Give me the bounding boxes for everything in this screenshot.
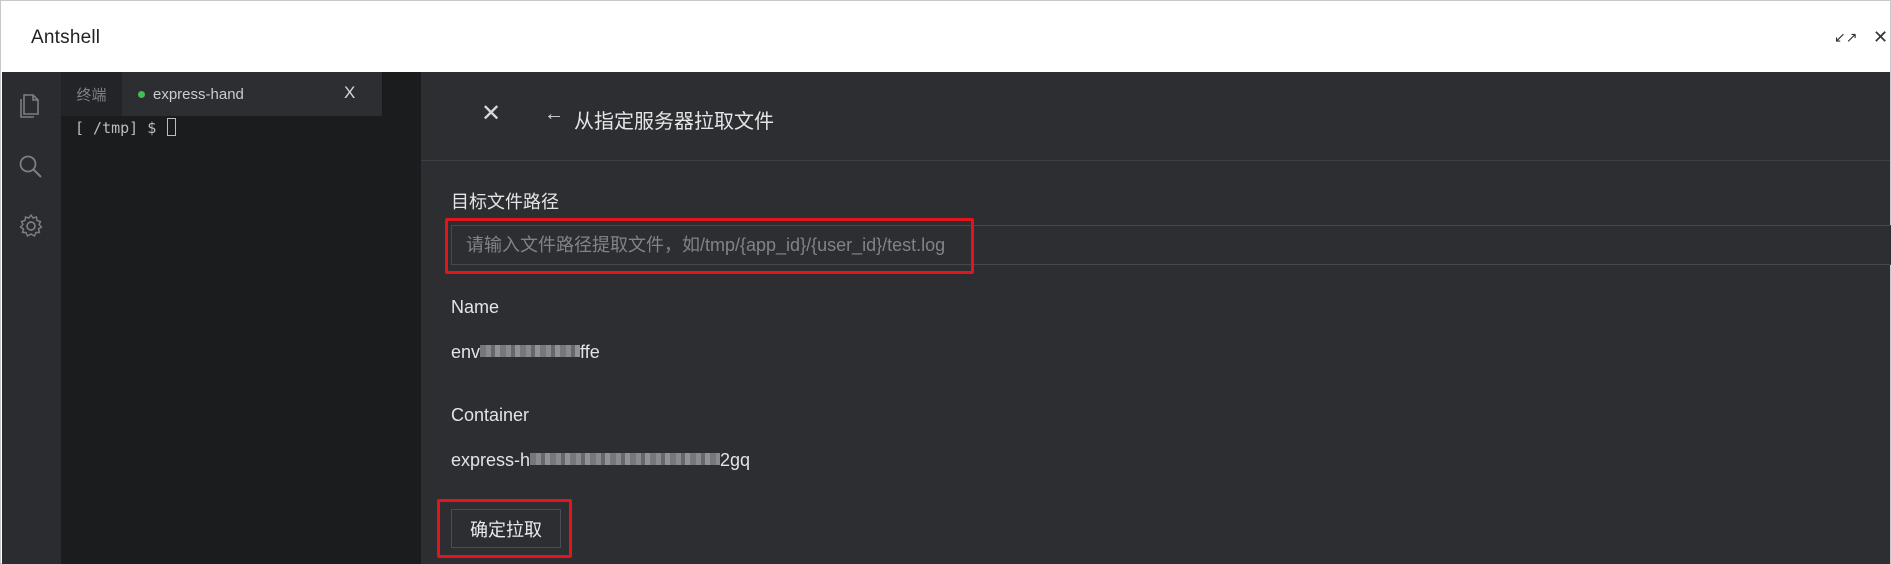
container-value-suffix: 2gq — [720, 450, 751, 470]
title-bar: Antshell ↙↗ ✕ — [1, 1, 1890, 72]
panel-title: 从指定服务器拉取文件 — [574, 111, 774, 133]
close-icon[interactable]: ✕ — [481, 102, 501, 126]
container-value-prefix: express-h — [451, 450, 531, 470]
terminal-area: 终端 express-hand X [ /tmp] $ — [61, 72, 421, 564]
search-icon[interactable] — [16, 152, 46, 182]
app-title: Antshell — [31, 27, 101, 48]
files-icon[interactable] — [16, 90, 46, 120]
status-dot — [138, 90, 145, 98]
collapse-icon[interactable]: ↙↗ — [1834, 27, 1857, 47]
tab-strip: 终端 express-hand X — [61, 72, 421, 116]
path-label: 目标文件路径 — [451, 192, 559, 212]
tab-terminal[interactable]: 终端 — [61, 72, 122, 116]
window-close-icon[interactable]: ✕ — [1873, 27, 1888, 47]
panel-header: ✕ ← 从指定服务器拉取文件 — [421, 72, 1890, 161]
tab-active-label: express-hand — [153, 85, 244, 103]
name-value: env ffe — [451, 342, 600, 363]
tab-express-hand[interactable]: express-hand X — [122, 72, 382, 116]
activity-bar — [2, 72, 61, 564]
name-value-suffix: ffe — [580, 342, 600, 362]
tab-close-icon[interactable]: X — [344, 83, 355, 103]
terminal-prompt: [ /tmp] $ — [75, 119, 166, 137]
redacted-text — [530, 453, 721, 465]
gear-icon[interactable] — [16, 211, 46, 241]
tab-terminal-label: 终端 — [76, 86, 107, 104]
redacted-text — [480, 345, 581, 357]
container-label: Container — [451, 405, 530, 425]
container-value: express-h 2gq — [451, 450, 750, 471]
name-label: Name — [451, 297, 500, 317]
pull-file-panel: ✕ ← 从指定服务器拉取文件 目标文件路径 Name env ffe Contai… — [421, 72, 1891, 564]
terminal-prompt-line[interactable]: [ /tmp] $ — [75, 118, 177, 137]
file-path-input[interactable] — [451, 225, 1891, 265]
confirm-pull-button[interactable]: 确定拉取 — [451, 509, 561, 548]
name-value-prefix: env — [451, 342, 481, 362]
app-window: Antshell ↙↗ ✕ 终端 express-hand X [/tmp] … — [0, 0, 1891, 564]
terminal-cursor — [167, 118, 177, 136]
back-arrow-icon[interactable]: ← — [544, 104, 564, 124]
